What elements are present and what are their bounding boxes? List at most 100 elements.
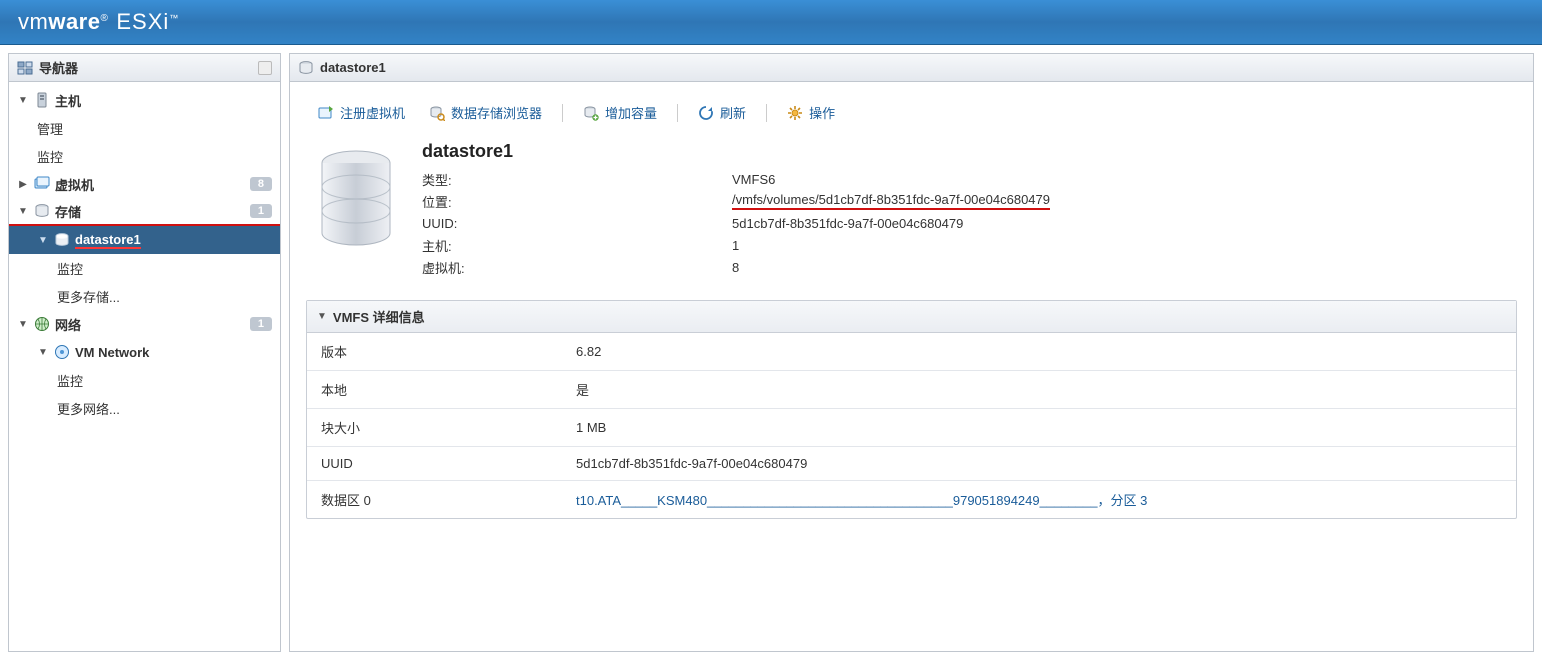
nav-label: VM Network <box>75 345 272 360</box>
kv-val: 5d1cb7df-8b351fdc-9a7f-00e04c680479 <box>732 216 963 231</box>
kv-val: VMFS6 <box>732 172 775 187</box>
page-title: datastore1 <box>320 60 386 75</box>
sidebar-collapse-button[interactable] <box>258 61 272 75</box>
register-vm-button[interactable]: 注册虚拟机 <box>310 100 413 125</box>
extent-link[interactable]: t10.ATA_____KSM480______________________… <box>576 493 1147 508</box>
detail-title: VMFS 详细信息 <box>333 307 425 326</box>
chevron-down-icon: ▼ <box>317 311 327 322</box>
table-row: 本地是 <box>307 371 1516 409</box>
detail-val: 是 <box>562 371 1516 409</box>
summary-info: datastore1 类型:VMFS6 位置:/vmfs/volumes/5d1… <box>422 141 1050 278</box>
nav-more-network[interactable]: 更多网络... <box>9 394 280 422</box>
kv-row: 主机:1 <box>422 234 1050 256</box>
detail-key: 本地 <box>307 371 562 409</box>
detail-val: 5d1cb7df-8b351fdc-9a7f-00e04c680479 <box>562 447 1516 481</box>
host-icon <box>33 92 51 108</box>
kv-row: UUID:5d1cb7df-8b351fdc-9a7f-00e04c680479 <box>422 212 1050 234</box>
nav-host[interactable]: ▼ 主机 <box>9 86 280 114</box>
toolbar-separator <box>677 104 678 122</box>
nav-badge: 1 <box>250 204 272 218</box>
kv-row: 类型:VMFS6 <box>422 168 1050 190</box>
datastore-icon <box>298 60 314 76</box>
nav-vm-network[interactable]: ▼ VM Network <box>9 338 280 366</box>
kv-key: 虚拟机: <box>422 258 732 277</box>
nav-label: 监控 <box>57 259 272 278</box>
nav-network-monitor[interactable]: 监控 <box>9 366 280 394</box>
brand-esxi-text: ESXi <box>116 9 169 34</box>
nav-label: 监控 <box>57 371 272 390</box>
kv-val: 1 <box>732 238 739 253</box>
register-vm-icon <box>318 105 334 121</box>
nav-host-monitor[interactable]: 监控 <box>9 142 280 170</box>
datastore-toolbar: 注册虚拟机 数据存储浏览器 增加容量 <box>306 96 1517 141</box>
detail-val: 1 MB <box>562 409 1516 447</box>
nav-more-storage[interactable]: 更多存储... <box>9 282 280 310</box>
detail-val: 6.82 <box>562 333 1516 371</box>
kv-key: 位置: <box>422 192 732 211</box>
kv-val: /vmfs/volumes/5d1cb7df-8b351fdc-9a7f-00e… <box>732 192 1050 210</box>
chevron-down-icon: ▼ <box>17 319 29 330</box>
storage-icon <box>33 203 51 219</box>
main-content: datastore1 注册虚拟机 数据存储浏览器 <box>289 53 1542 652</box>
btn-label: 注册虚拟机 <box>340 103 405 122</box>
btn-label: 刷新 <box>720 103 746 122</box>
network-icon <box>53 344 71 360</box>
vmfs-detail-panel: ▼ VMFS 详细信息 版本6.82 本地是 块大小1 MB UUID5d1cb… <box>306 300 1517 519</box>
datastore-summary: datastore1 类型:VMFS6 位置:/vmfs/volumes/5d1… <box>306 141 1517 278</box>
table-row: 数据区 0 t10.ATA_____KSM480_________________… <box>307 481 1516 519</box>
sidebar-header: 导航器 <box>9 54 280 82</box>
btn-label: 数据存储浏览器 <box>451 103 542 122</box>
table-row: UUID5d1cb7df-8b351fdc-9a7f-00e04c680479 <box>307 447 1516 481</box>
top-banner: vmware® ESXi™ <box>0 0 1542 45</box>
brand-esxi: ESXi™ <box>116 9 179 35</box>
nav-label: 管理 <box>37 119 272 138</box>
increase-capacity-button[interactable]: 增加容量 <box>575 100 665 125</box>
nav-datastore-monitor[interactable]: 监控 <box>9 254 280 282</box>
nav-label: 更多存储... <box>57 287 272 306</box>
nav-datastore1[interactable]: ▼ datastore1 <box>9 226 280 254</box>
brand-reg: ® <box>100 13 108 24</box>
page-header: datastore1 <box>290 54 1533 82</box>
nav-storage[interactable]: ▼ 存储 1 <box>9 198 280 226</box>
datastore-icon <box>53 232 71 248</box>
nav-label: 存储 <box>55 202 244 221</box>
nav-label: datastore1 <box>75 232 272 249</box>
vm-icon <box>33 176 51 192</box>
nav-host-manage[interactable]: 管理 <box>9 114 280 142</box>
nav-badge: 8 <box>250 177 272 191</box>
detail-table: 版本6.82 本地是 块大小1 MB UUID5d1cb7df-8b351fdc… <box>307 333 1516 518</box>
kv-key: 类型: <box>422 170 732 189</box>
sidebar-title: 导航器 <box>39 58 78 77</box>
nav-label: 监控 <box>37 147 272 166</box>
kv-val: 8 <box>732 260 739 275</box>
detail-val: t10.ATA_____KSM480______________________… <box>562 481 1516 519</box>
nav-network[interactable]: ▼ 网络 1 <box>9 310 280 338</box>
detail-key: 块大小 <box>307 409 562 447</box>
browse-button[interactable]: 数据存储浏览器 <box>421 100 550 125</box>
nav-label: 更多网络... <box>57 399 272 418</box>
nav-label: 主机 <box>55 91 272 110</box>
chevron-down-icon: ▼ <box>17 95 29 106</box>
nav-label: 网络 <box>55 315 244 334</box>
detail-key: UUID <box>307 447 562 481</box>
kv-key: UUID: <box>422 216 732 231</box>
brand-ware: ware <box>48 9 100 34</box>
nav-vms[interactable]: ▶ 虚拟机 8 <box>9 170 280 198</box>
kv-row: 位置:/vmfs/volumes/5d1cb7df-8b351fdc-9a7f-… <box>422 190 1050 212</box>
globe-icon <box>33 316 51 332</box>
nav-tree: ▼ 主机 管理 监控 ▶ 虚拟机 <box>9 82 280 651</box>
nav-badge: 1 <box>250 317 272 331</box>
chevron-down-icon: ▼ <box>37 347 49 358</box>
brand-tm: ™ <box>169 13 179 23</box>
actions-button[interactable]: 操作 <box>779 100 843 125</box>
table-row: 版本6.82 <box>307 333 1516 371</box>
btn-label: 增加容量 <box>605 103 657 122</box>
refresh-button[interactable]: 刷新 <box>690 100 754 125</box>
detail-header[interactable]: ▼ VMFS 详细信息 <box>307 301 1516 333</box>
kv-row: 虚拟机:8 <box>422 256 1050 278</box>
summary-title: datastore1 <box>422 141 1050 162</box>
datastore-large-icon <box>314 141 398 261</box>
chevron-down-icon: ▼ <box>17 206 29 217</box>
detail-key: 数据区 0 <box>307 481 562 519</box>
kv-key: 主机: <box>422 236 732 255</box>
